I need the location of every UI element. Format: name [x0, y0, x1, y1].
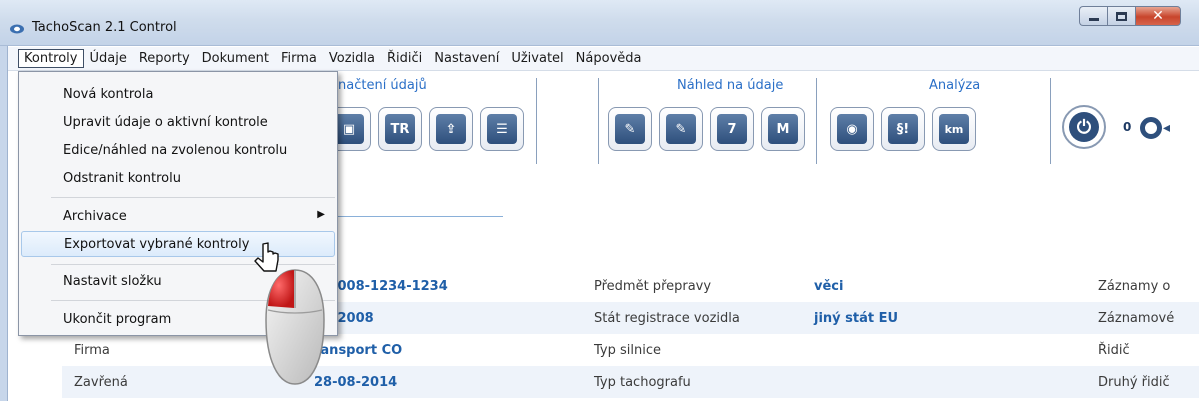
- cell-label: Předmět přepravy: [594, 278, 712, 294]
- cell-label: Řidič: [1098, 342, 1130, 358]
- menu-firma[interactable]: Firma: [275, 49, 323, 68]
- group-label-nahled: Náhled na údaje: [677, 78, 784, 93]
- disc-upload-icon: ◉: [837, 114, 867, 144]
- menu-dokument[interactable]: Dokument: [196, 49, 275, 68]
- toolbar-separator: [816, 78, 817, 164]
- table-row: Firma ransport CO Typ silnice Řidič: [62, 334, 1199, 366]
- read-tachograph-button[interactable]: TR: [378, 107, 422, 151]
- cell-label: Firma: [74, 342, 110, 358]
- computer-mouse-icon: [265, 269, 325, 385]
- power-button[interactable]: ⏻: [1062, 105, 1106, 149]
- analysis-disc-button[interactable]: ◉: [830, 107, 874, 151]
- submenu-arrow-icon: ▶: [317, 209, 325, 220]
- menu-bar: Kontroly Údaje Reporty Dokument Firma Vo…: [8, 47, 1199, 71]
- menu-item-export-selected[interactable]: Exportovat vybrané kontroly: [21, 231, 335, 257]
- close-icon: ✕: [1152, 8, 1164, 24]
- weekly-chart-button[interactable]: 7: [710, 107, 754, 151]
- toolbar-separator: [1050, 78, 1051, 164]
- read-device-button[interactable]: ☰: [480, 107, 524, 151]
- menu-item-edit-active-check[interactable]: Upravit údaje o aktivní kontrole: [21, 109, 335, 135]
- monthly-chart-icon: M: [768, 114, 798, 144]
- cell-value: ransport CO: [314, 342, 403, 358]
- cell-value: jiný stát EU: [814, 310, 899, 326]
- usb-icon: ⇪: [436, 114, 466, 144]
- minimize-icon: [1088, 17, 1099, 21]
- read-usb-button[interactable]: ⇪: [429, 107, 473, 151]
- menu-ridici[interactable]: Řidiči: [381, 49, 428, 68]
- device-download-icon: ☰: [487, 114, 517, 144]
- close-button[interactable]: ✕: [1135, 6, 1181, 26]
- infringements-button[interactable]: §!: [881, 107, 925, 151]
- cell-label: Záznamy o: [1098, 278, 1171, 294]
- menu-napoveda[interactable]: Nápověda: [570, 49, 648, 68]
- toolbar-separator: [598, 78, 599, 164]
- maximize-icon: [1116, 11, 1127, 21]
- menu-item-archive[interactable]: Archivace ▶: [21, 203, 335, 229]
- tr-icon: TR: [385, 114, 415, 144]
- minimize-button[interactable]: [1079, 6, 1107, 26]
- menu-reporty[interactable]: Reporty: [133, 49, 196, 68]
- arrow-left-icon: ◂: [1163, 120, 1171, 136]
- monthly-chart-button[interactable]: M: [761, 107, 805, 151]
- window-controls: ✕: [1079, 6, 1181, 26]
- cell-value: věci: [814, 278, 844, 294]
- power-icon: ⏻: [1069, 112, 1099, 142]
- cell-label: Typ tachografu: [594, 374, 691, 390]
- menu-vozidla[interactable]: Vozidla: [323, 49, 381, 68]
- window-title: TachoScan 2.1 Control: [32, 20, 177, 35]
- menu-nastaveni[interactable]: Nastavení: [428, 49, 505, 68]
- view-tachograph-button[interactable]: ✎: [659, 107, 703, 151]
- cell-label: Záznamové: [1098, 310, 1175, 326]
- menu-item-new-check[interactable]: Nová kontrola: [21, 81, 335, 107]
- cell-label: Druhý řidič: [1098, 374, 1170, 390]
- window-frame-left: [0, 46, 8, 401]
- tab-underline: [336, 216, 503, 217]
- menu-kontroly[interactable]: Kontroly: [18, 49, 84, 68]
- tachograph-edit-icon: ✎: [666, 114, 696, 144]
- law-icon: §!: [888, 114, 918, 144]
- weekly-chart-icon: 7: [717, 114, 747, 144]
- card-upload-icon: ▣: [334, 114, 364, 144]
- maximize-button[interactable]: [1107, 6, 1135, 26]
- menu-separator: [51, 197, 335, 198]
- toolbar-separator: [536, 78, 537, 164]
- group-label-analyza: Analýza: [929, 78, 981, 93]
- menu-item-delete-check[interactable]: Odstranit kontrolu: [21, 165, 335, 191]
- card-edit-icon: ✎: [615, 114, 645, 144]
- view-card-button[interactable]: ✎: [608, 107, 652, 151]
- group-label-nacteni: načtení údajů: [338, 78, 427, 93]
- cell-label: Typ silnice: [594, 342, 661, 358]
- menu-uzivatel[interactable]: Uživatel: [505, 49, 569, 68]
- menu-separator: [51, 264, 335, 265]
- menu-udaje[interactable]: Údaje: [84, 49, 133, 68]
- disc-icon[interactable]: [1140, 117, 1162, 139]
- menu-item-edit-selected-check[interactable]: Edice/náhled na zvolenou kontrolu: [21, 137, 335, 163]
- cell-label: Stát registrace vozidla: [594, 310, 740, 326]
- app-icon: [10, 24, 24, 34]
- menu-item-archive-label: Archivace: [63, 208, 127, 224]
- km-map-icon: km: [939, 114, 969, 144]
- cell-label: Zavřená: [74, 374, 128, 390]
- cell-value: 28-08-2014: [314, 374, 398, 390]
- queue-count: 0: [1123, 120, 1132, 134]
- title-bar: TachoScan 2.1 Control ✕: [0, 0, 1199, 46]
- distance-button[interactable]: km: [932, 107, 976, 151]
- table-row: Zavřená 28-08-2014 Typ tachografu Druhý …: [62, 366, 1199, 398]
